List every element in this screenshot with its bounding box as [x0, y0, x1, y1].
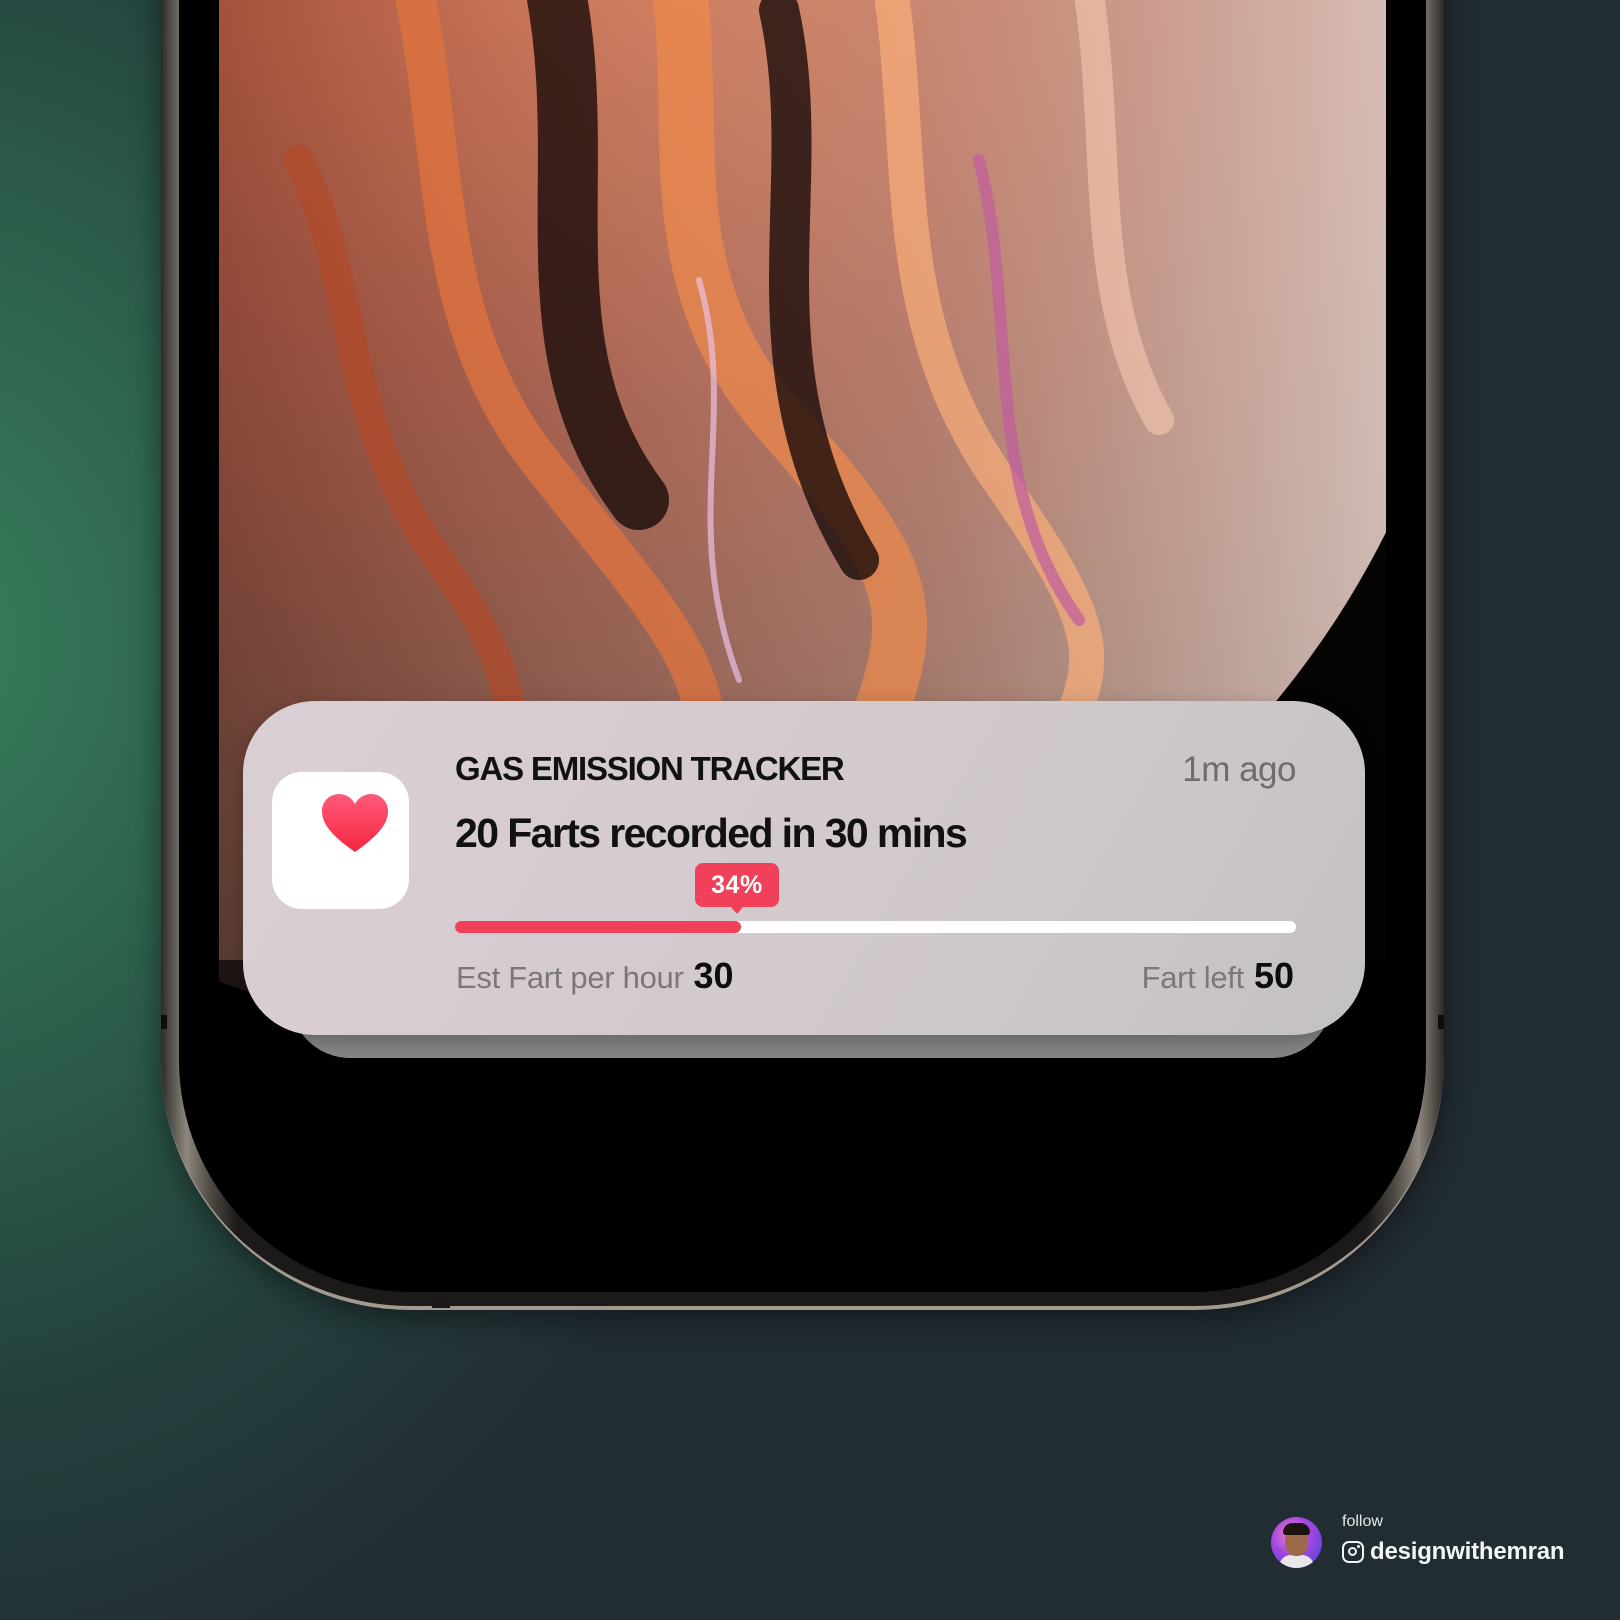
progress-bar — [455, 921, 1296, 933]
app-icon — [272, 772, 409, 909]
stat-est-per-hour-label: Est Fart per hour — [456, 960, 684, 995]
wallpaper — [219, 0, 1386, 1252]
follow-label: follow — [1342, 1513, 1383, 1530]
heart-icon — [322, 794, 388, 852]
notification-timestamp: 1m ago — [1182, 750, 1296, 789]
stat-fart-left-value: 50 — [1253, 955, 1294, 996]
avatar[interactable] — [1271, 1517, 1322, 1568]
phone-side-notch-right — [1438, 1015, 1444, 1029]
instagram-handle: designwithemran — [1370, 1538, 1565, 1565]
phone-side-notch-left — [161, 1015, 167, 1029]
progress-percent-badge: 34% — [694, 863, 779, 914]
stat-fart-left-label: Fart left — [1141, 960, 1245, 995]
phone-bottom-notch — [432, 1300, 450, 1308]
instagram-icon — [1342, 1541, 1364, 1563]
notification-title: 20 Farts recorded in 30 mins — [455, 810, 968, 856]
app-name: GAS EMISSION TRACKER — [455, 750, 845, 787]
stat-est-per-hour-value: 30 — [693, 955, 734, 996]
stat-fart-left: Fart left 50 — [1142, 955, 1294, 997]
instagram-handle-link[interactable]: designwithemran — [1342, 1537, 1565, 1567]
notification-card[interactable]: GAS EMISSION TRACKER 1m ago 20 Farts rec… — [243, 701, 1365, 1035]
progress-bar-fill — [455, 921, 741, 933]
stat-est-per-hour: Est Fart per hour 30 — [456, 955, 734, 997]
wallpaper-art — [219, 0, 1386, 1252]
phone-screen — [179, 0, 1426, 1292]
